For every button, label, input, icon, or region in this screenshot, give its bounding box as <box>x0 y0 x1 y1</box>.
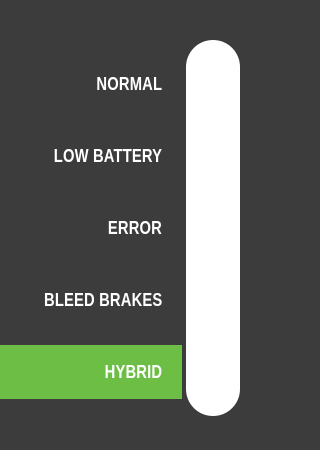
mode-option-low-battery[interactable]: LOW BATTERY <box>0 133 182 179</box>
mode-option-error[interactable]: ERROR <box>0 205 182 251</box>
mode-option-normal[interactable]: NORMAL <box>0 61 182 107</box>
mode-slider-track[interactable] <box>186 40 240 416</box>
mode-option-label: NORMAL <box>96 73 162 94</box>
mode-option-label: BLEED BRAKES <box>43 289 162 310</box>
mode-option-bleed-brakes[interactable]: BLEED BRAKES <box>0 277 182 323</box>
mode-option-label: LOW BATTERY <box>53 145 162 166</box>
mode-option-label: ERROR <box>107 217 162 238</box>
mode-selector-panel: NORMAL LOW BATTERY ERROR BLEED BRAKES HY… <box>0 0 261 450</box>
mode-option-hybrid-selected[interactable]: HYBRID <box>0 345 182 399</box>
mode-option-label: HYBRID <box>104 361 162 382</box>
